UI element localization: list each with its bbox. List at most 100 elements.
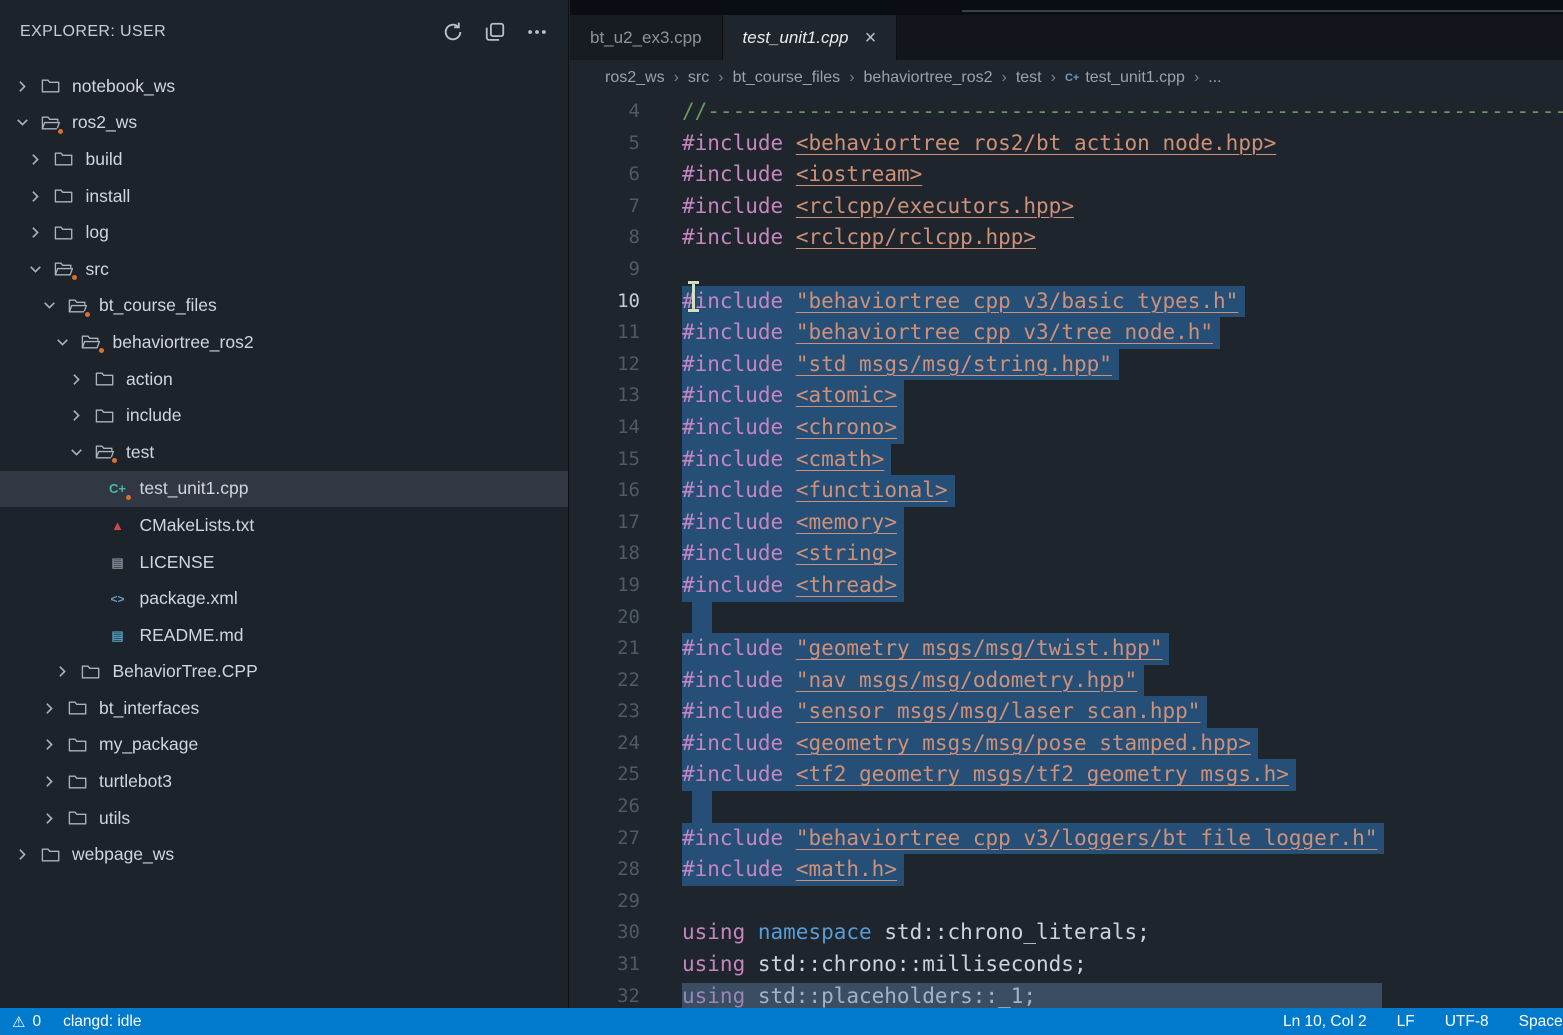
tab-test_unit1.cpp[interactable]: test_unit1.cpp×	[723, 15, 898, 60]
tree-item-my_package[interactable]: my_package	[0, 727, 568, 764]
code-line-8[interactable]: 8#include <rclcpp/rclcpp.hpp>	[570, 222, 1563, 254]
breadcrumb-item-test[interactable]: test	[1016, 69, 1042, 87]
code-line-12[interactable]: 12#include "std_msgs/msg/string.hpp"	[570, 349, 1563, 381]
ellipsis-icon[interactable]	[522, 17, 552, 47]
chevron-right-icon[interactable]	[39, 736, 59, 753]
code-line-17[interactable]: 17#include <memory>	[570, 507, 1563, 539]
code-line-4[interactable]: 4//-------------------------------------…	[570, 96, 1563, 128]
code-line-31[interactable]: 31using std::chrono::milliseconds;	[570, 949, 1563, 981]
code-line-15[interactable]: 15#include <cmath>	[570, 444, 1563, 476]
tree-item-build[interactable]: build	[0, 141, 568, 178]
code-line-20[interactable]: 20	[570, 602, 1563, 634]
tree-item-src[interactable]: src	[0, 251, 568, 288]
encoding-indicator[interactable]: UTF-8	[1445, 1013, 1489, 1031]
code-editor[interactable]: 4//-------------------------------------…	[570, 96, 1563, 1008]
chevron-down-icon[interactable]	[53, 334, 73, 351]
tree-item-install[interactable]: install	[0, 178, 568, 215]
chevron-right-icon[interactable]	[12, 78, 32, 95]
tree-item-bt_course_files[interactable]: bt_course_files	[0, 288, 568, 325]
tab-bt_u2_ex3.cpp[interactable]: bt_u2_ex3.cpp	[570, 15, 723, 60]
code-line-22[interactable]: 22#include "nav_msgs/msg/odometry.hpp"	[570, 665, 1563, 697]
code-line-5[interactable]: 5#include <behaviortree_ros2/bt_action_n…	[570, 128, 1563, 160]
tree-item-turtlebot3[interactable]: turtlebot3	[0, 763, 568, 800]
chevron-right-icon[interactable]	[26, 188, 46, 205]
folder-icon	[52, 148, 76, 170]
breadcrumb-item-...[interactable]: ...	[1208, 69, 1221, 87]
tree-item-README.md[interactable]: ▤README.md	[0, 617, 568, 654]
cursor-position[interactable]: Ln 10, Col 2	[1283, 1013, 1367, 1031]
tree-item-CMakeLists.txt[interactable]: ▲CMakeLists.txt	[0, 507, 568, 544]
tree-item-label: notebook_ws	[72, 76, 175, 97]
chevron-right-icon[interactable]	[12, 846, 32, 863]
tree-item-notebook_ws[interactable]: notebook_ws	[0, 68, 568, 105]
tree-item-webpage_ws[interactable]: webpage_ws	[0, 836, 568, 873]
chevron-right-icon[interactable]	[26, 151, 46, 168]
refresh-icon[interactable]	[438, 17, 468, 47]
chevron-right-icon[interactable]	[53, 663, 73, 680]
code-text: #include <cmath>	[682, 444, 891, 476]
code-line-19[interactable]: 19#include <thread>	[570, 570, 1563, 602]
code-line-6[interactable]: 6#include <iostream>	[570, 159, 1563, 191]
chevron-right-icon[interactable]	[66, 371, 86, 388]
code-line-9[interactable]: 9	[570, 254, 1563, 286]
eol-indicator[interactable]: LF	[1397, 1013, 1415, 1031]
xml-file-icon: <>	[106, 588, 130, 610]
line-number: 22	[570, 665, 640, 697]
tree-item-action[interactable]: action	[0, 361, 568, 398]
code-text: #include <rclcpp/executors.hpp>	[682, 191, 1074, 223]
chevron-right-icon[interactable]	[39, 810, 59, 827]
clangd-status[interactable]: clangd: idle	[63, 1013, 141, 1031]
tree-item-utils[interactable]: utils	[0, 800, 568, 837]
chevron-down-icon[interactable]	[12, 114, 32, 131]
code-line-29[interactable]: 29	[570, 886, 1563, 918]
breadcrumb-item-test_unit1.cpp[interactable]: C+test_unit1.cpp	[1065, 69, 1185, 87]
code-line-18[interactable]: 18#include <string>	[570, 538, 1563, 570]
code-line-27[interactable]: 27#include "behaviortree_cpp_v3/loggers/…	[570, 823, 1563, 855]
code-text: #include <string>	[682, 538, 904, 570]
warnings-indicator[interactable]: ⚠ 0	[12, 1013, 41, 1031]
code-line-16[interactable]: 16#include <functional>	[570, 475, 1563, 507]
chevron-right-icon[interactable]	[39, 700, 59, 717]
code-line-21[interactable]: 21#include "geometry_msgs/msg/twist.hpp"	[570, 633, 1563, 665]
tree-item-test_unit1.cpp[interactable]: C+test_unit1.cpp	[0, 471, 568, 508]
cpp-file-icon: C+	[106, 478, 130, 500]
code-line-14[interactable]: 14#include <chrono>	[570, 412, 1563, 444]
tree-item-LICENSE[interactable]: ▤LICENSE	[0, 544, 568, 581]
chevron-right-icon[interactable]	[66, 407, 86, 424]
code-line-13[interactable]: 13#include <atomic>	[570, 380, 1563, 412]
code-line-23[interactable]: 23#include "sensor_msgs/msg/laser_scan.h…	[570, 696, 1563, 728]
code-line-28[interactable]: 28#include <math.h>	[570, 854, 1563, 886]
chevron-right-icon[interactable]	[39, 773, 59, 790]
folder-open-icon	[65, 295, 89, 317]
code-line-24[interactable]: 24#include <geometry_msgs/msg/pose_stamp…	[570, 728, 1563, 760]
tree-item-bt_interfaces[interactable]: bt_interfaces	[0, 690, 568, 727]
duplicate-window-icon[interactable]	[480, 17, 510, 47]
code-line-7[interactable]: 7#include <rclcpp/executors.hpp>	[570, 191, 1563, 223]
close-icon[interactable]: ×	[864, 28, 876, 48]
tree-item-test[interactable]: test	[0, 434, 568, 471]
chevron-down-icon[interactable]	[26, 261, 46, 278]
chevron-down-icon[interactable]	[66, 444, 86, 461]
chevron-right-icon[interactable]	[26, 224, 46, 241]
tree-item-package.xml[interactable]: <>package.xml	[0, 580, 568, 617]
tree-item-BehaviorTree.CPP[interactable]: BehaviorTree.CPP	[0, 654, 568, 691]
code-line-10[interactable]: 10#include "behaviortree_cpp_v3/basic_ty…	[570, 286, 1563, 318]
tree-item-label: utils	[99, 808, 130, 829]
breadcrumb-item-bt_course_files[interactable]: bt_course_files	[733, 69, 841, 87]
breadcrumb-item-ros2_ws[interactable]: ros2_ws	[605, 69, 665, 87]
code-line-26[interactable]: 26	[570, 791, 1563, 823]
tree-item-ros2_ws[interactable]: ros2_ws	[0, 105, 568, 142]
breadcrumb-item-behaviortree_ros2[interactable]: behaviortree_ros2	[864, 69, 993, 87]
code-line-30[interactable]: 30using namespace std::chrono_literals;	[570, 917, 1563, 949]
tree-item-behaviortree_ros2[interactable]: behaviortree_ros2	[0, 324, 568, 361]
indentation-indicator[interactable]: Spaces: 4	[1519, 1013, 1563, 1031]
horizontal-scrollbar[interactable]	[682, 983, 1382, 1008]
breadcrumb-item-src[interactable]: src	[688, 69, 709, 87]
tree-item-log[interactable]: log	[0, 214, 568, 251]
code-text: #include <tf2_geometry_msgs/tf2_geometry…	[682, 759, 1296, 791]
tree-item-include[interactable]: include	[0, 397, 568, 434]
code-line-11[interactable]: 11#include "behaviortree_cpp_v3/tree_nod…	[570, 317, 1563, 349]
chevron-down-icon[interactable]	[39, 297, 59, 314]
code-line-25[interactable]: 25#include <tf2_geometry_msgs/tf2_geomet…	[570, 759, 1563, 791]
code-text: #include <thread>	[682, 570, 904, 602]
